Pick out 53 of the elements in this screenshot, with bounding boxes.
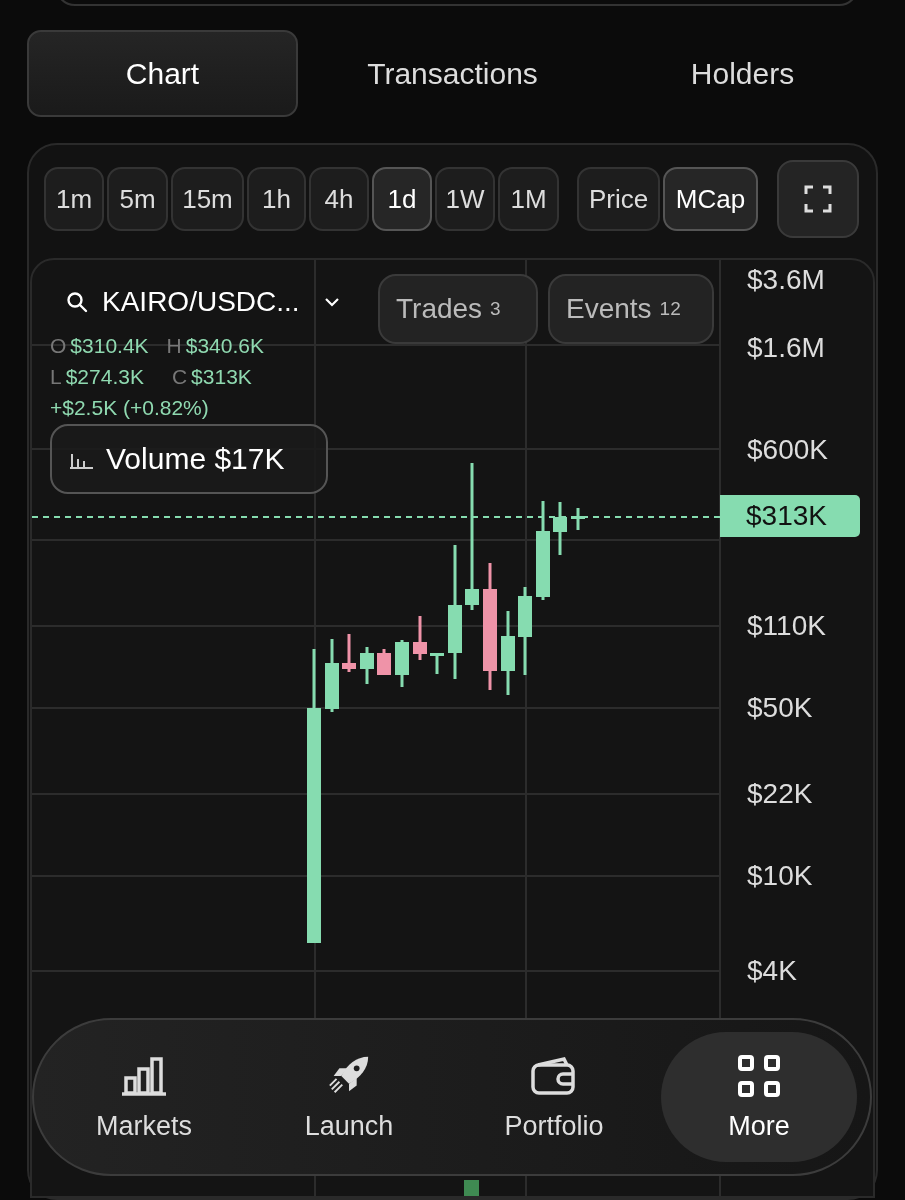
candle <box>571 508 585 530</box>
candle <box>430 653 444 674</box>
events-button[interactable]: Events 12 <box>548 274 714 344</box>
axis-label: $22K <box>747 778 813 810</box>
axis-label: $110K <box>747 610 826 642</box>
mode-button[interactable]: MCap <box>663 167 758 231</box>
candle <box>395 640 409 687</box>
axis-label: $1.6M <box>747 332 825 364</box>
ohlc-key: L <box>50 365 62 389</box>
axis-label: $50K <box>747 692 813 724</box>
pair-selector[interactable]: KAIRO/USDC... <box>66 286 340 318</box>
ohlc-key: O <box>50 334 67 358</box>
interval-button[interactable]: 15m <box>171 167 244 231</box>
interval-button[interactable]: 1M <box>498 167 559 231</box>
axis-label: $10K <box>747 860 813 892</box>
nav-item[interactable]: More <box>661 1032 857 1162</box>
ohlc-value: $274.3K <box>65 365 144 389</box>
ohlc-key: C <box>171 365 188 389</box>
candle <box>342 634 356 672</box>
tab[interactable]: Chart <box>27 30 298 117</box>
nav-item[interactable]: Launch <box>251 1032 447 1162</box>
interval-button[interactable]: 1W <box>435 167 495 231</box>
axis-label: $4K <box>747 955 797 987</box>
price-change: +$2.5K (+0.82%) <box>50 396 209 420</box>
ohlc-value: $310.4K <box>70 334 149 358</box>
candle <box>413 616 427 660</box>
axis-label: $3.6M <box>747 264 825 296</box>
nav-item[interactable]: Markets <box>46 1032 242 1162</box>
interval-button[interactable]: 4h <box>309 167 369 231</box>
fullscreen-button[interactable] <box>777 160 859 238</box>
tab[interactable]: Holders <box>607 30 878 117</box>
grid-icon <box>737 1052 781 1099</box>
trades-button[interactable]: Trades 3 <box>378 274 538 344</box>
ohlc-key: H <box>166 334 182 358</box>
chevron-icon <box>323 297 340 307</box>
volume-bar <box>464 1180 479 1196</box>
ohlc-value: $313K <box>191 365 252 389</box>
interval-button[interactable]: 1d <box>372 167 432 231</box>
interval-button[interactable]: 1m <box>44 167 104 231</box>
search-icon <box>66 291 88 313</box>
axis-label: $600K <box>747 434 828 466</box>
volume-button[interactable]: Volume $17K <box>50 424 328 494</box>
mode-button[interactable]: Price <box>577 167 660 231</box>
candle <box>377 649 391 675</box>
tab[interactable]: Transactions <box>317 30 588 117</box>
last-price-tag: $313K <box>720 495 860 537</box>
candle <box>553 502 567 555</box>
candle <box>360 647 374 684</box>
fullscreen-icon <box>804 185 832 213</box>
nav-item[interactable]: Portfolio <box>456 1032 652 1162</box>
interval-button[interactable]: 5m <box>107 167 168 231</box>
ohlc-value: $340.6K <box>185 334 264 358</box>
interval-button[interactable]: 1h <box>247 167 306 231</box>
